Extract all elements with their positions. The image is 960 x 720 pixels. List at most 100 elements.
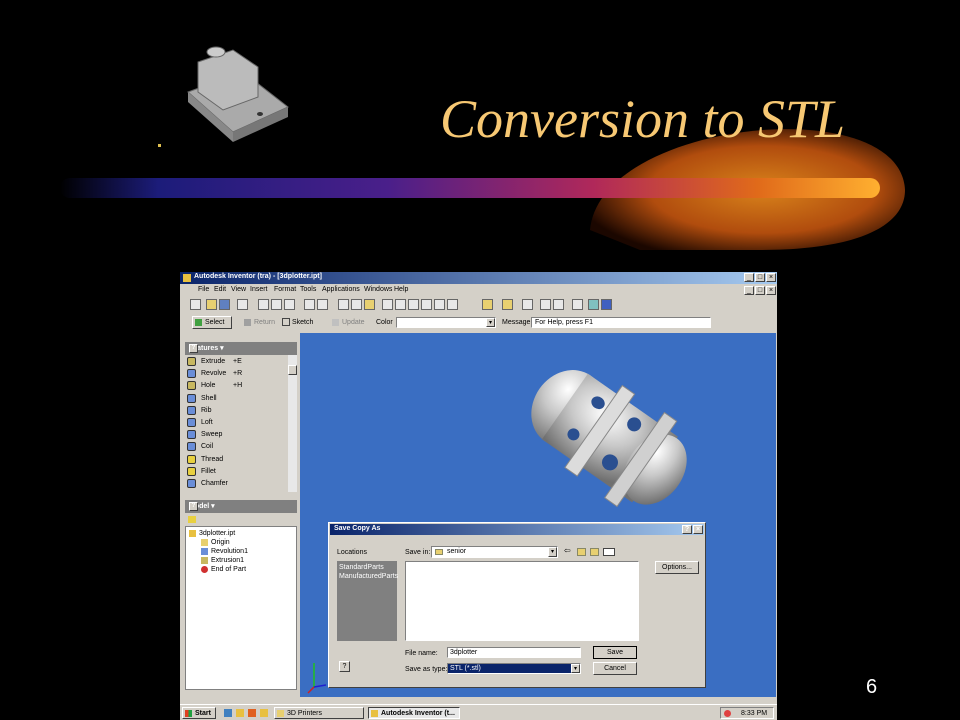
print-icon[interactable] — [237, 299, 248, 310]
inventor-quick-icon[interactable] — [260, 709, 268, 717]
help-icon[interactable] — [540, 299, 551, 310]
redo-icon[interactable] — [317, 299, 328, 310]
zoom-window-icon[interactable] — [351, 299, 362, 310]
save-button[interactable]: Save — [593, 646, 637, 659]
feature-loft[interactable]: Loft — [187, 417, 287, 429]
grid-icon[interactable] — [572, 299, 583, 310]
features-help-button[interactable]: ? — [189, 344, 198, 353]
view-menu-icon[interactable] — [603, 548, 615, 556]
chevron-down-icon[interactable]: ▾ — [548, 547, 557, 557]
back-icon[interactable]: ⇦ — [564, 547, 573, 556]
cut-icon[interactable] — [258, 299, 269, 310]
rotate-icon[interactable] — [395, 299, 406, 310]
view-cube-icon[interactable] — [482, 299, 493, 310]
menu-edit[interactable]: Edit — [214, 286, 226, 293]
feature-hole[interactable]: Hole +H — [187, 380, 287, 392]
pan-icon[interactable] — [382, 299, 393, 310]
new-icon[interactable] — [190, 299, 201, 310]
save-in-select[interactable]: senior ▾ — [431, 546, 558, 558]
task-autodesk-inventor[interactable]: Autodesk Inventor (t... — [368, 707, 460, 719]
up-folder-icon[interactable] — [577, 548, 586, 556]
menu-view[interactable]: View — [231, 286, 246, 293]
model-panel-header[interactable]: Model ▾ ? — [185, 500, 297, 513]
doc-minimize-button[interactable]: _ — [744, 286, 754, 295]
doc-restore-button[interactable]: □ — [755, 286, 765, 295]
save-in-label: Save in: — [405, 549, 431, 556]
locations-label: Locations — [337, 549, 367, 556]
feature-label: Shell — [201, 394, 217, 402]
look-at-icon[interactable] — [408, 299, 419, 310]
chevron-down-icon[interactable]: ▾ — [571, 664, 580, 673]
chevron-down-icon[interactable]: ▾ — [486, 318, 495, 327]
feature-extrude[interactable]: Extrude +E — [187, 356, 287, 368]
save-icon[interactable] — [219, 299, 230, 310]
feature-coil[interactable]: Coil — [187, 441, 287, 453]
save-as-type-select[interactable]: STL (*.stl) ▾ — [447, 663, 581, 674]
feature-label: Sweep — [201, 431, 223, 439]
camera-icon[interactable] — [447, 299, 458, 310]
minimize-button[interactable]: _ — [744, 273, 754, 282]
location-standard-parts[interactable]: StandardParts — [339, 564, 384, 571]
dialog-close-button[interactable]: × — [693, 525, 703, 534]
menu-windows[interactable]: Windows — [364, 286, 392, 293]
features-scrollbar[interactable] — [288, 355, 297, 492]
dialog-help-icon-button[interactable]: ? — [339, 661, 350, 672]
menu-applications[interactable]: Applications — [322, 286, 360, 293]
filter-icon[interactable] — [188, 516, 196, 523]
select-button[interactable]: Select — [192, 316, 232, 329]
open-icon[interactable] — [206, 299, 217, 310]
sketch-button[interactable]: Sketch — [292, 319, 313, 326]
menu-insert[interactable]: Insert — [250, 286, 268, 293]
feature-thread[interactable]: Thread — [187, 454, 287, 466]
display-icon[interactable] — [434, 299, 445, 310]
feature-revolve[interactable]: Revolve +R — [187, 368, 287, 380]
explorer-icon[interactable] — [236, 709, 244, 717]
feature-shell[interactable]: Shell — [187, 393, 287, 405]
shaded-icon[interactable] — [421, 299, 432, 310]
desktop-icon[interactable] — [224, 709, 232, 717]
extrude-icon — [187, 357, 196, 366]
close-button[interactable]: × — [766, 273, 776, 282]
feature-rib[interactable]: Rib — [187, 405, 287, 417]
info-icon[interactable] — [601, 299, 612, 310]
feature-fillet[interactable]: Fillet — [187, 466, 287, 478]
menu-file[interactable]: File — [198, 286, 209, 293]
paste-icon[interactable] — [284, 299, 295, 310]
media-icon[interactable] — [248, 709, 256, 717]
menu-help[interactable]: Help — [394, 286, 408, 293]
features-panel: Extrude +E Revolve +R Hole +H Shell Rib Loft Swee… — [185, 355, 297, 492]
feature-sweep[interactable]: Sweep — [187, 429, 287, 441]
file-list[interactable] — [405, 561, 639, 641]
message-label: Message — [502, 319, 531, 326]
measure-icon[interactable] — [502, 299, 513, 310]
doc-close-button[interactable]: × — [766, 286, 776, 295]
file-name-input[interactable]: 3dplotter — [447, 647, 581, 658]
menu-format[interactable]: Format — [274, 286, 296, 293]
dialog-help-button[interactable]: ? — [682, 525, 692, 534]
zoom-all-icon[interactable] — [338, 299, 349, 310]
maximize-button[interactable]: □ — [755, 273, 765, 282]
select-arrow-icon — [195, 319, 202, 326]
scroll-thumb[interactable] — [288, 365, 297, 375]
web-icon[interactable] — [553, 299, 564, 310]
feature-label: Chamfer — [201, 480, 228, 487]
feature-chamfer[interactable]: Chamfer — [187, 478, 287, 490]
tray-icon[interactable] — [724, 710, 731, 717]
location-manufactured-parts[interactable]: ManufacturedParts — [339, 573, 398, 580]
zoom-icon[interactable] — [364, 299, 375, 310]
cancel-button[interactable]: Cancel — [593, 662, 637, 675]
menu-tools[interactable]: Tools — [300, 286, 316, 293]
features-panel-header[interactable]: Features ▾ ? — [185, 342, 297, 355]
model-help-button[interactable]: ? — [189, 502, 198, 511]
start-button[interactable]: Start — [182, 707, 216, 719]
update-button[interactable]: Update — [342, 319, 365, 326]
options-button[interactable]: Options... — [655, 561, 699, 574]
copy-icon[interactable] — [271, 299, 282, 310]
undo-icon[interactable] — [304, 299, 315, 310]
picture-icon[interactable] — [588, 299, 599, 310]
sketch-tool-icon[interactable] — [522, 299, 533, 310]
return-button[interactable]: Return — [254, 319, 275, 326]
task-3d-printers[interactable]: 3D Printers — [274, 707, 364, 719]
color-select[interactable]: ▾ — [396, 317, 496, 328]
new-folder-icon[interactable] — [590, 548, 599, 556]
